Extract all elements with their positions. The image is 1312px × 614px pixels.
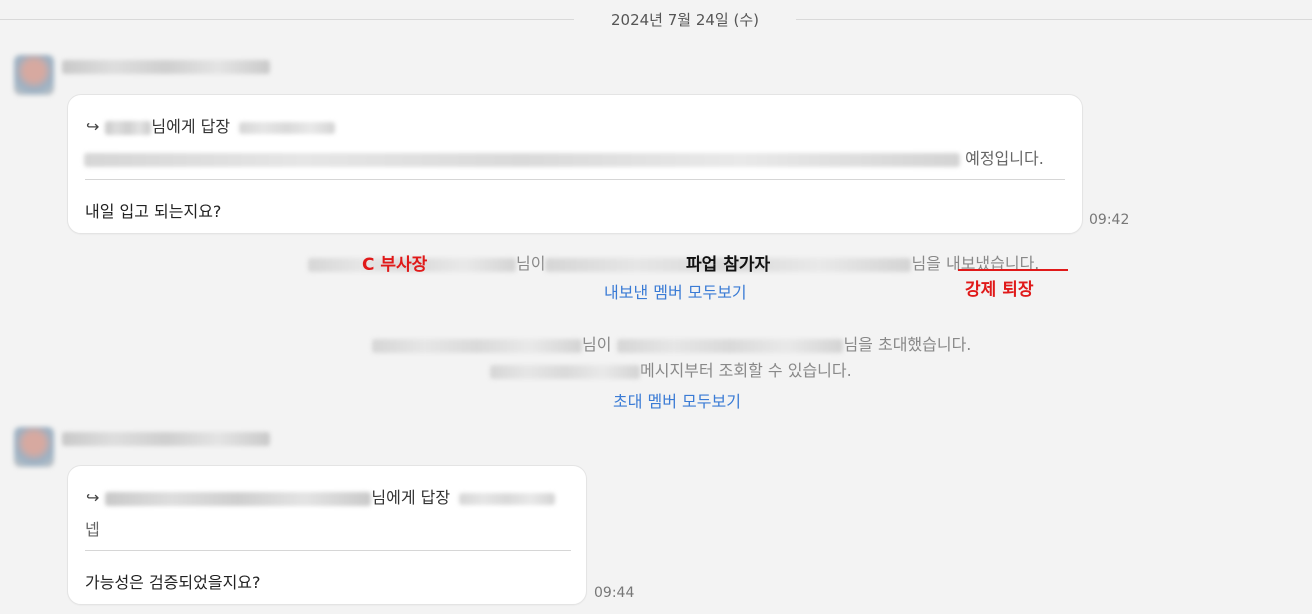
quoted-text-blurred xyxy=(84,152,960,167)
reply-target-blurred xyxy=(105,491,372,506)
message-time: 09:42 xyxy=(1089,212,1130,228)
message-text: 내일 입고 되는지요? xyxy=(85,202,222,221)
annotation-kicked: 파업 참가자 xyxy=(686,255,771,275)
message-time: 09:44 xyxy=(594,585,635,601)
invitee-name-blurred xyxy=(617,338,844,353)
system-message-invite-line2: 메시지부터 조회할 수 있습니다. xyxy=(490,357,852,381)
date-divider-line-left xyxy=(0,19,574,20)
quoted-text: 넵 xyxy=(85,520,100,539)
quote-separator xyxy=(85,179,1065,180)
reply-header: ↪ 님에게 답장 xyxy=(86,113,336,137)
message-text: 가능성은 검증되었을지요? xyxy=(85,573,261,592)
quoted-text-visible: 예정입니다. xyxy=(965,149,1044,168)
message-bubble[interactable]: ↪ 님에게 답장 예정입니다. 내일 입고 되는지요? xyxy=(67,94,1083,234)
reply-extra-blurred xyxy=(239,121,336,134)
annotation-underline xyxy=(958,269,1068,271)
sender-name-blurred xyxy=(62,60,270,74)
reply-extra-blurred xyxy=(459,492,556,505)
invite-line2: 메시지부터 조회할 수 있습니다. xyxy=(640,361,852,380)
kick-mid: 님이 xyxy=(516,254,546,273)
reply-label: 님에게 답장 xyxy=(371,488,451,507)
invite-end: 님을 초대했습니다. xyxy=(843,335,972,354)
system-message-invite: 님이 님을 초대했습니다. xyxy=(372,331,971,355)
sender-name-blurred xyxy=(62,432,270,446)
annotation-action: 강제 퇴장 xyxy=(965,280,1034,300)
avatar[interactable] xyxy=(14,55,54,95)
annotation-kicker: C 부사장 xyxy=(362,255,428,275)
quote-separator xyxy=(85,550,571,551)
invited-members-link[interactable]: 초대 멤버 모두보기 xyxy=(613,388,741,412)
reply-arrow-icon: ↪ xyxy=(86,488,100,507)
avatar[interactable] xyxy=(14,427,54,467)
reply-arrow-icon: ↪ xyxy=(86,117,100,136)
quoted-text: 예정입니다. xyxy=(84,145,1044,169)
kicked-members-link[interactable]: 내보낸 멤버 모두보기 xyxy=(604,279,747,303)
invite-date-blurred xyxy=(490,364,640,379)
date-divider-line-right xyxy=(796,19,1312,20)
reply-target-blurred xyxy=(105,120,152,135)
date-divider-text: 2024년 7월 24일 (수) xyxy=(610,11,759,29)
message-bubble[interactable]: ↪ 님에게 답장 넵 가능성은 검증되었을지요? xyxy=(67,465,587,605)
invite-mid: 님이 xyxy=(582,335,612,354)
inviter-name-blurred xyxy=(372,338,582,353)
reply-header: ↪ 님에게 답장 xyxy=(86,484,556,508)
reply-label: 님에게 답장 xyxy=(151,117,231,136)
